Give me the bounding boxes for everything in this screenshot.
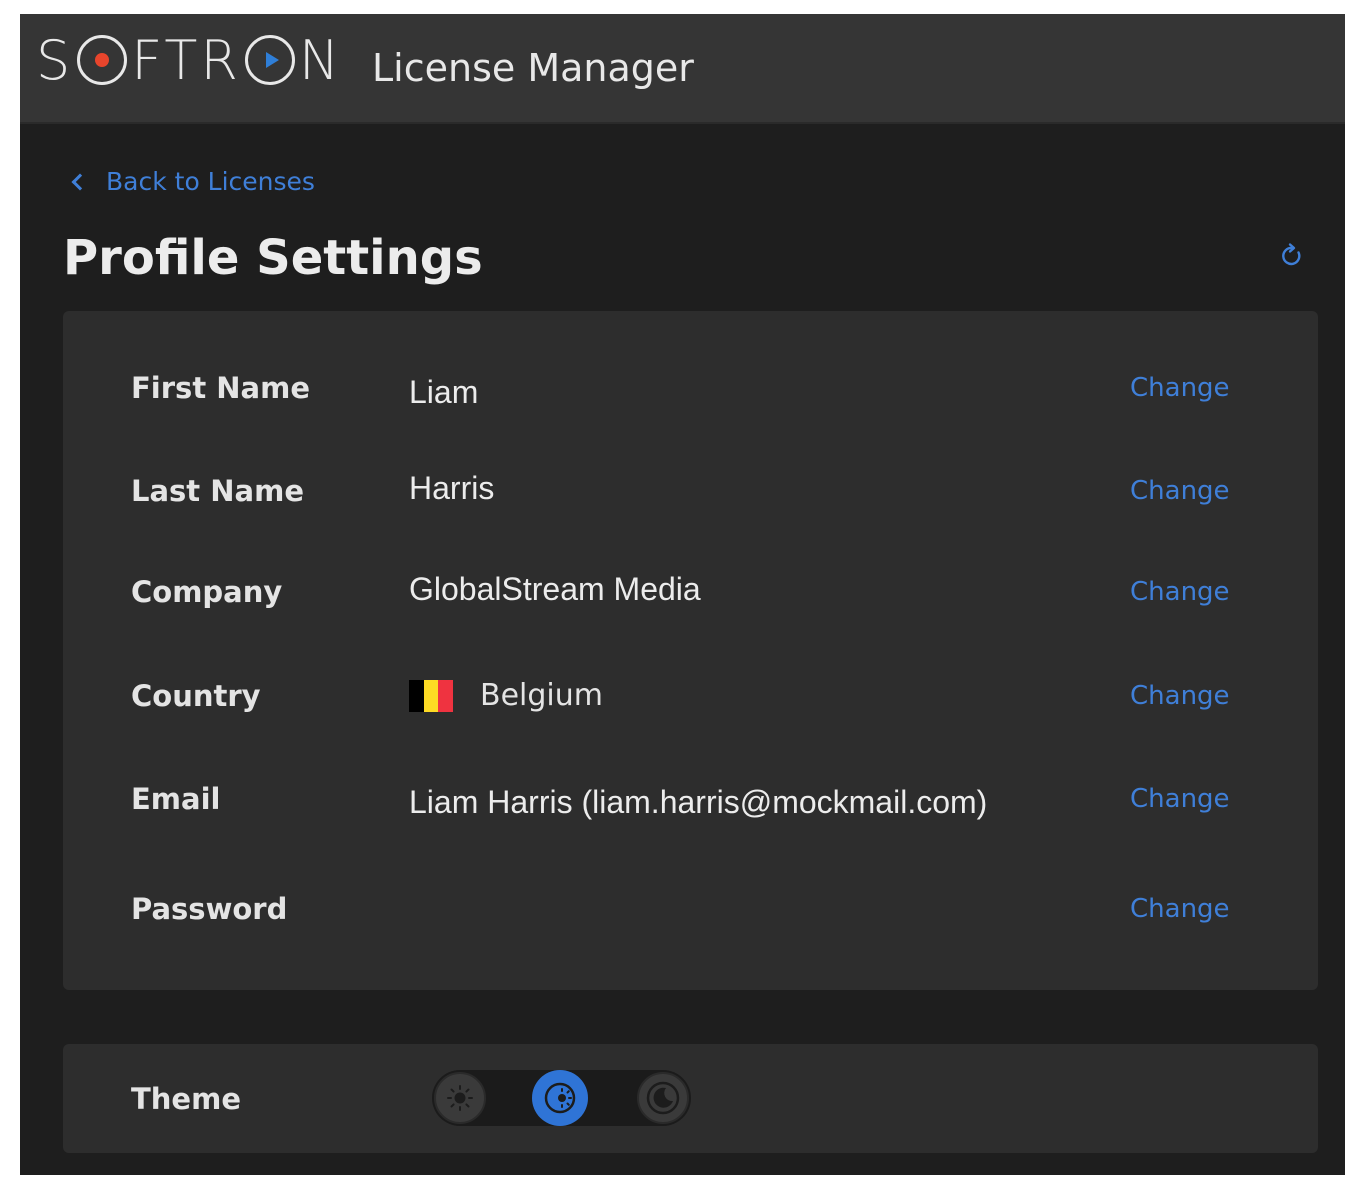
company-row: Company GlobalStream Media Change: [63, 562, 1318, 622]
email-row: Email Liam Harris (liam.harris@mockmail.…: [63, 769, 1318, 829]
theme-dark-button[interactable]: [637, 1072, 689, 1124]
sun-icon: [447, 1085, 473, 1111]
auto-theme-icon: [544, 1082, 576, 1114]
flag-stripe-red: [438, 680, 454, 712]
play-icon: [244, 35, 295, 85]
change-last-name-link[interactable]: Change: [1130, 461, 1230, 521]
change-first-name-link[interactable]: Change: [1130, 358, 1230, 418]
belgium-flag-icon: [409, 680, 454, 712]
softron-logo: S FTR N: [36, 28, 343, 92]
back-link-label: Back to Licenses: [106, 166, 315, 196]
theme-toggle: [432, 1070, 691, 1126]
chevron-left-icon: [68, 166, 88, 196]
app-title: License Manager: [372, 46, 694, 90]
password-row: Password Change: [63, 879, 1318, 939]
logo-text-n: N: [298, 28, 343, 92]
email-label: Email: [131, 782, 221, 816]
country-value: Belgium: [480, 678, 603, 713]
company-value: GlobalStream Media: [409, 571, 701, 607]
theme-label: Theme: [131, 1082, 241, 1116]
change-company-link[interactable]: Change: [1130, 562, 1230, 622]
last-name-row: Last Name Harris Change: [63, 461, 1318, 521]
logo-text-ftr: FTR: [131, 28, 241, 92]
change-country-link[interactable]: Change: [1130, 666, 1230, 726]
page-title: Profile Settings: [63, 230, 483, 286]
record-icon: [77, 35, 128, 85]
change-password-link[interactable]: Change: [1130, 879, 1230, 939]
app-window: S FTR N License Manager Back to Licenses…: [20, 14, 1345, 1175]
back-to-licenses-link[interactable]: Back to Licenses: [68, 166, 315, 196]
first-name-label: First Name: [131, 371, 310, 405]
country-label: Country: [131, 679, 261, 713]
flag-stripe-yellow: [423, 680, 439, 712]
flag-stripe-black: [409, 680, 424, 712]
logo-text-s: S: [36, 28, 74, 92]
change-email-link[interactable]: Change: [1130, 769, 1230, 829]
refresh-icon[interactable]: [1278, 242, 1306, 270]
last-name-label: Last Name: [131, 474, 304, 508]
password-label: Password: [131, 892, 288, 926]
country-row: Country Belgium Change: [63, 666, 1318, 726]
company-label: Company: [131, 575, 283, 609]
email-value: Liam Harris (liam.harris@mockmail.com): [409, 784, 988, 820]
first-name-row: First Name Liam Change: [63, 358, 1318, 418]
moon-icon: [646, 1081, 680, 1115]
last-name-value: Harris: [409, 470, 495, 506]
theme-auto-button[interactable]: [532, 1070, 588, 1126]
theme-light-button[interactable]: [434, 1072, 486, 1124]
first-name-value: Liam: [409, 374, 479, 410]
app-header: S FTR N License Manager: [20, 14, 1345, 124]
profile-card: First Name Liam Change Last Name Harris …: [63, 311, 1318, 990]
theme-card: Theme: [63, 1044, 1318, 1153]
